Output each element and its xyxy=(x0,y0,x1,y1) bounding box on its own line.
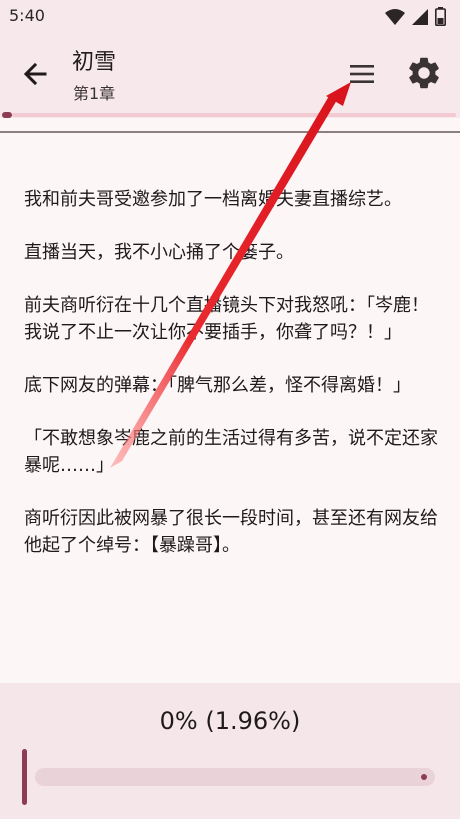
reader-content[interactable]: 我和前夫哥受邀参加了一档离婚夫妻直播综艺。 直播当天，我不小心捅了个篓子。 前夫… xyxy=(24,186,444,585)
chapter-progress-knob xyxy=(2,112,12,118)
battery-icon xyxy=(435,7,446,26)
app-bar: 初雪 第1章 xyxy=(0,32,460,114)
settings-button[interactable] xyxy=(405,54,443,92)
paragraph: 商听衍因此被网暴了很长一段时间，甚至还有网友给他起了个绰号：【暴躁哥】。 xyxy=(24,508,438,556)
back-button[interactable] xyxy=(18,56,54,92)
chapter-progress-track xyxy=(12,113,456,117)
chapter-progress-bar xyxy=(0,112,460,118)
book-title: 初雪 xyxy=(72,50,117,75)
paragraph: 前夫商听衍在十几个直播镜头下对我怒吼：「岑鹿！我说了不止一次让你不要插手，你聋了… xyxy=(24,295,429,343)
progress-percent-label: 0% (1.96%) xyxy=(159,707,301,735)
menu-icon xyxy=(350,65,374,83)
slider-handle[interactable] xyxy=(22,749,27,805)
status-time: 5:40 xyxy=(9,6,45,25)
gear-icon xyxy=(409,57,439,89)
slider-track[interactable] xyxy=(35,768,435,786)
wifi-icon xyxy=(385,8,405,25)
paragraph: 直播当天，我不小心捅了个篓子。 xyxy=(24,242,294,263)
divider xyxy=(0,131,460,133)
status-bar: 5:40 xyxy=(0,0,460,32)
signal-icon xyxy=(412,8,428,25)
paragraph: 底下网友的弹幕：「脾气那么差，怪不得离婚！」 xyxy=(24,375,411,396)
chapter-title: 第1章 xyxy=(73,84,116,103)
paragraph: 我和前夫哥受邀参加了一档离婚夫妻直播综艺。 xyxy=(24,189,402,210)
chapter-list-button[interactable] xyxy=(344,56,380,92)
status-icons xyxy=(385,7,446,26)
arrow-back-icon xyxy=(23,62,47,86)
paragraph: 「不敢想象岑鹿之前的生活过得有多苦，说不定还家暴呢……」 xyxy=(24,428,438,476)
progress-slider[interactable] xyxy=(20,749,440,805)
bottom-progress-panel: 0% (1.96%) xyxy=(0,683,460,819)
slider-end-dot xyxy=(421,774,427,780)
